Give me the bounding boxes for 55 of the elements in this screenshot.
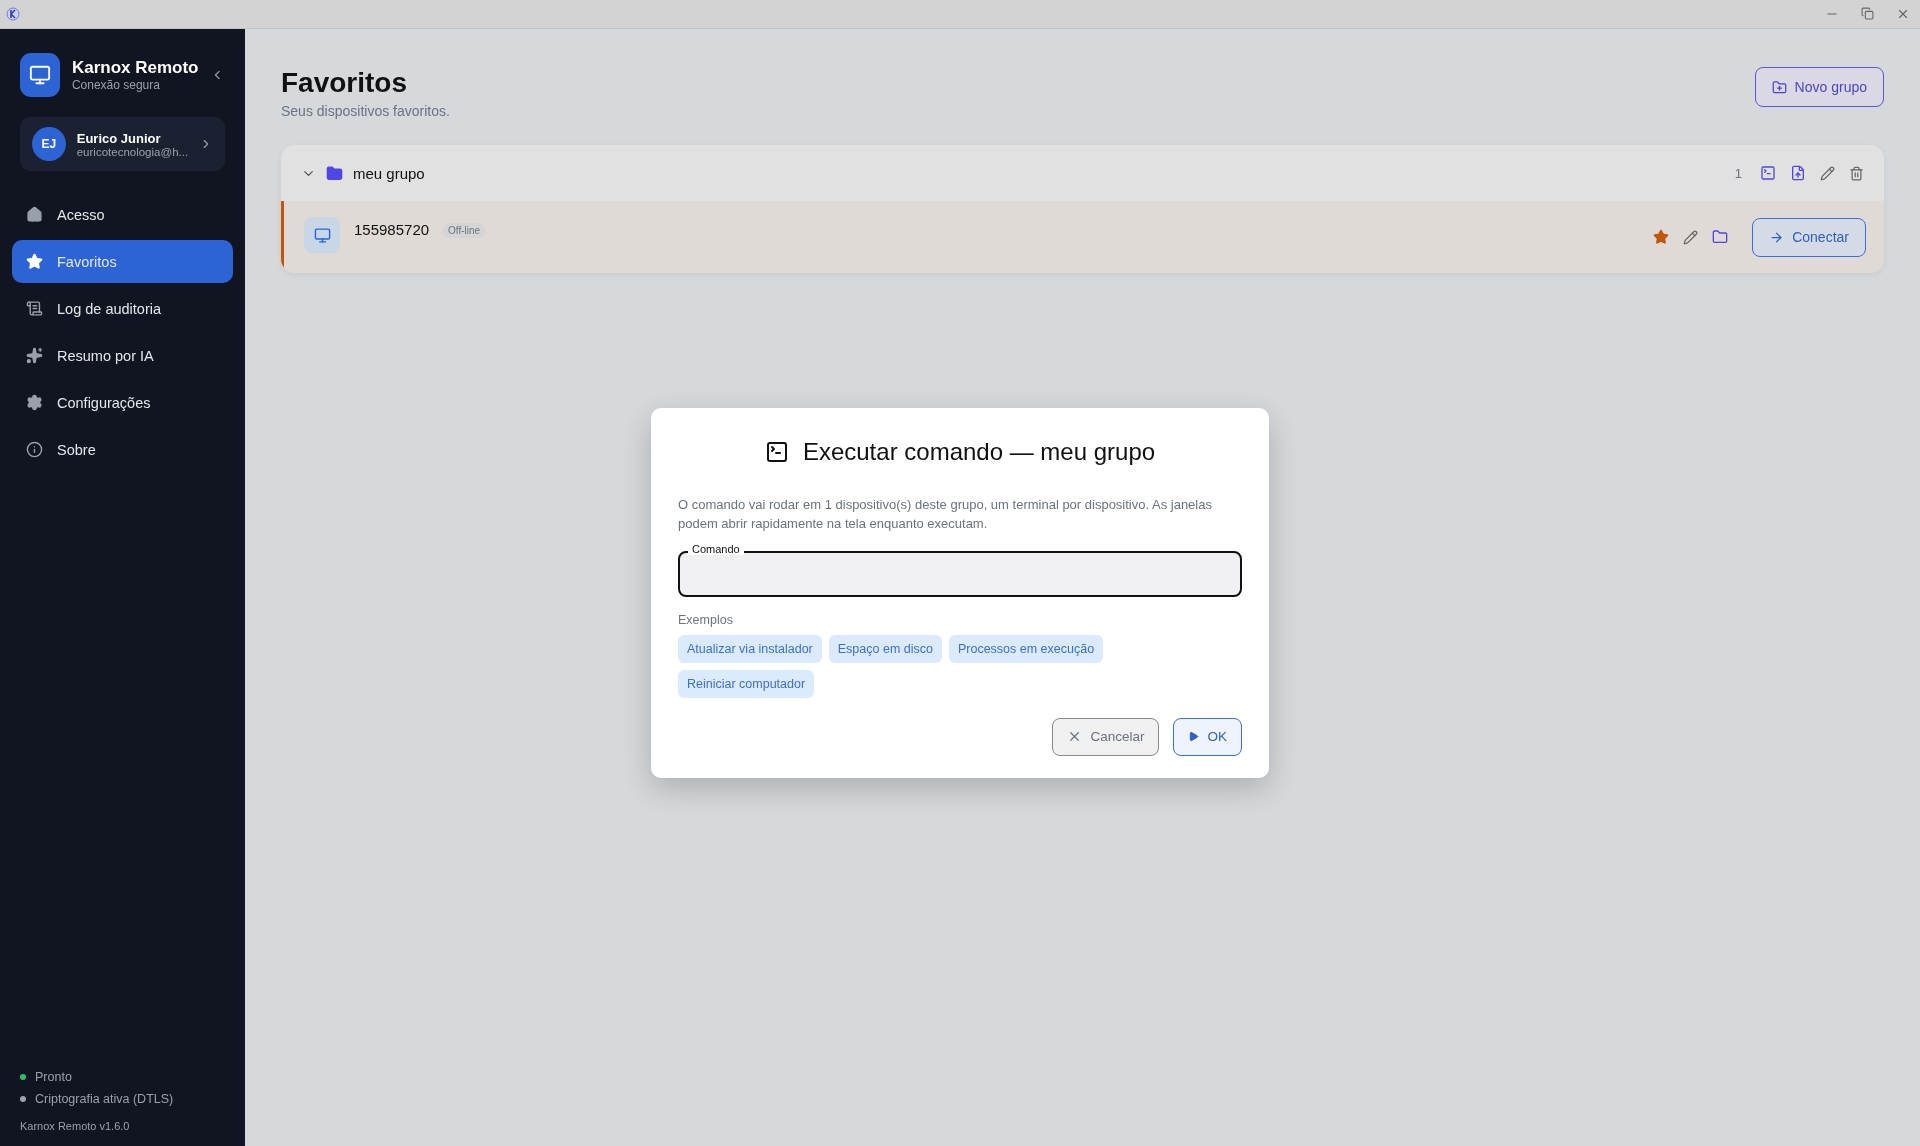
terminal-icon[interactable] bbox=[1760, 165, 1776, 181]
dialog-message: O comando vai rodar em 1 dispositivo(s) deste grupo, um terminal por dispositivo. As janelas podem abrir rapidamente na tela enquanto executam. bbox=[678, 496, 1213, 533]
dialog-title: Executar comando — meu grupo bbox=[802, 438, 1156, 467]
edit-icon[interactable] bbox=[1820, 165, 1835, 181]
folder-plus-icon bbox=[1771, 79, 1787, 95]
examples-label: Exemplos bbox=[678, 612, 734, 627]
status-badge: Off-line bbox=[443, 223, 486, 238]
app-logo bbox=[20, 53, 60, 97]
device-count: 1 bbox=[1734, 165, 1742, 181]
nav-item[interactable]: Log de auditoria bbox=[12, 287, 233, 330]
user-name: Eurico Junior bbox=[76, 130, 162, 146]
edit-icon[interactable] bbox=[1683, 229, 1699, 245]
example-chip[interactable]: Processos em execução bbox=[948, 634, 1104, 663]
status-text: Criptografia ativa (DTLS) bbox=[35, 1092, 174, 1106]
cancel-button[interactable]: Cancelar bbox=[1052, 717, 1160, 756]
group-name: meu grupo bbox=[353, 164, 426, 182]
restore-icon[interactable] bbox=[1861, 7, 1874, 20]
nav-item[interactable]: Acesso bbox=[12, 193, 233, 236]
close-icon[interactable] bbox=[1896, 7, 1910, 21]
nav-item[interactable]: Sobre bbox=[12, 428, 233, 471]
user-email: euricotecnologia@h... bbox=[76, 145, 189, 158]
arrow-right-icon bbox=[1769, 229, 1785, 245]
terminal-icon bbox=[764, 440, 789, 465]
folder-icon bbox=[326, 164, 343, 182]
new-group-button[interactable]: Novo grupo bbox=[1754, 67, 1884, 107]
settings-icon bbox=[26, 394, 43, 411]
document-icon bbox=[26, 300, 43, 317]
sparkles-icon bbox=[26, 347, 43, 364]
nav-item[interactable]: Configurações bbox=[12, 381, 233, 424]
example-chip[interactable]: Atualizar via instalador bbox=[678, 634, 822, 663]
play-icon bbox=[1188, 731, 1200, 743]
nav-item[interactable]: Favoritos bbox=[12, 240, 233, 283]
status-text: Pronto bbox=[35, 1070, 72, 1084]
app-logo-icon bbox=[6, 7, 20, 21]
home-icon bbox=[26, 206, 43, 223]
user-avatar: EJ bbox=[32, 127, 66, 161]
folder-icon[interactable] bbox=[1712, 229, 1729, 245]
app-name: Karnox Remoto bbox=[71, 58, 199, 78]
info-icon bbox=[26, 441, 43, 458]
page-subtitle: Seus dispositivos favoritos. bbox=[281, 103, 450, 119]
user-card[interactable]: EJ Eurico Junior euricotecnologia@h... bbox=[20, 117, 225, 171]
device-id: 155985720 bbox=[354, 221, 430, 238]
star-icon bbox=[26, 253, 43, 270]
nav-item[interactable]: Resumo por IA bbox=[12, 334, 233, 377]
example-chip[interactable]: Reiniciar computador bbox=[678, 669, 815, 698]
star-icon[interactable] bbox=[1653, 229, 1670, 245]
ok-button[interactable]: OK bbox=[1173, 717, 1242, 756]
file-upload-icon[interactable] bbox=[1790, 165, 1806, 181]
example-chip[interactable]: Espaço em disco bbox=[828, 634, 942, 663]
app-subtitle: Conexão segura bbox=[71, 78, 161, 92]
monitor-icon bbox=[304, 217, 340, 253]
version-text: Karnox Remoto v1.6.0 bbox=[20, 1120, 131, 1132]
delete-icon[interactable] bbox=[1849, 165, 1864, 181]
connect-button[interactable]: Conectar bbox=[1752, 217, 1866, 257]
page-title: Favoritos bbox=[281, 67, 409, 99]
